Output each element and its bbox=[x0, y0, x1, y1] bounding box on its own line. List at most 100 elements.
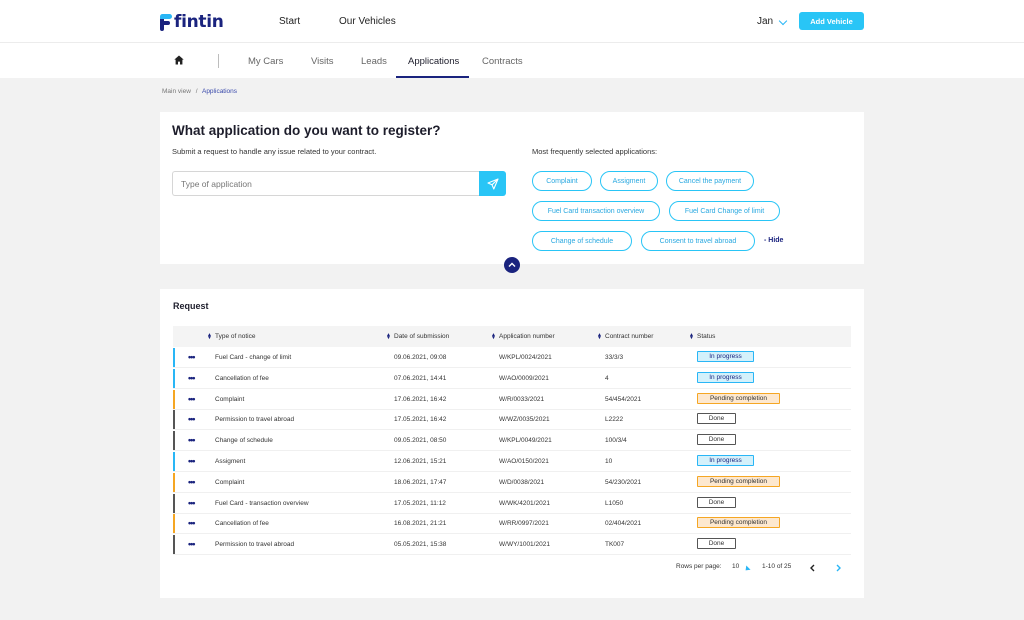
chip-fuel-card-limit[interactable]: Fuel Card Change of limit bbox=[669, 201, 780, 221]
table-header: ▲ ▼ Type of notice ▲ ▼ Date of submission ▲ ▼… bbox=[173, 326, 851, 347]
more-options-icon[interactable]: ••• bbox=[188, 352, 196, 362]
more-options-icon[interactable]: ••• bbox=[188, 435, 196, 445]
rows-per-page-select[interactable]: 10 bbox=[732, 563, 739, 570]
hide-link[interactable]: - Hide bbox=[764, 237, 783, 244]
requests-title: Request bbox=[173, 301, 209, 311]
status-indicator-bar bbox=[173, 348, 175, 367]
user-menu[interactable]: Jan bbox=[757, 16, 773, 27]
column-type-of-notice[interactable]: ▲ ▼ Type of notice bbox=[207, 331, 255, 341]
chevron-up-icon bbox=[508, 262, 516, 267]
status-badge: In progress bbox=[697, 455, 754, 466]
table-row[interactable]: ••• Cancellation of fee 07.06.2021, 14:41 W… bbox=[173, 368, 851, 389]
cell-date-of-submission: 09.05.2021, 08:50 bbox=[394, 437, 447, 445]
status-indicator-bar bbox=[173, 452, 175, 471]
cell-type-of-notice: Change of schedule bbox=[215, 437, 273, 445]
table-row[interactable]: ••• Permission to travel abroad 05.05.2021… bbox=[173, 534, 851, 556]
sort-icon: ▲ ▼ bbox=[386, 331, 391, 341]
more-options-icon[interactable]: ••• bbox=[188, 414, 196, 424]
column-application-number[interactable]: ▲ ▼ Application number bbox=[491, 331, 555, 341]
table-row[interactable]: ••• Assigment 12.06.2021, 15:21 W/AO/0150/2… bbox=[173, 451, 851, 472]
cell-contract-number: L1050 bbox=[605, 499, 624, 507]
chip-change-of-schedule[interactable]: Change of schedule bbox=[532, 231, 632, 251]
more-options-icon[interactable]: ••• bbox=[188, 394, 196, 404]
chevron-down-icon[interactable] bbox=[778, 16, 788, 26]
sub-navigation: My Cars Visits Leads Applications Contra… bbox=[0, 43, 1024, 78]
cell-type-of-notice: Cancellation of fee bbox=[215, 520, 269, 528]
nav-start[interactable]: Start bbox=[279, 16, 300, 27]
nav-our-vehicles[interactable]: Our Vehicles bbox=[339, 16, 396, 27]
sort-icon: ▲ ▼ bbox=[491, 331, 496, 341]
cell-date-of-submission: 12.06.2021, 15:21 bbox=[394, 458, 447, 465]
pagination-range: 1-10 of 25 bbox=[762, 563, 792, 570]
cell-contract-number: L2222 bbox=[605, 416, 624, 424]
table-row[interactable]: ••• Complaint 17.06.2021, 16:42 W/R/0033/20… bbox=[173, 389, 851, 410]
status-indicator-bar bbox=[173, 493, 175, 513]
chip-consent-travel[interactable]: Consent to travel abroad bbox=[641, 231, 755, 251]
frequent-applications-label: Most frequently selected applications: bbox=[532, 147, 658, 156]
chip-cancel-payment[interactable]: Cancel the payment bbox=[666, 171, 754, 191]
table-row[interactable]: ••• Fuel Card - change of limit 09.06.2021… bbox=[173, 347, 851, 368]
register-title: What application do you want to register… bbox=[172, 123, 441, 138]
cell-date-of-submission: 16.08.2021, 21:21 bbox=[394, 520, 447, 528]
more-options-icon[interactable]: ••• bbox=[188, 477, 196, 487]
status-indicator-bar bbox=[173, 410, 175, 430]
more-options-icon[interactable]: ••• bbox=[188, 498, 196, 508]
table-row[interactable]: ••• Permission to travel abroad 17.05.2021… bbox=[173, 409, 851, 431]
cell-type-of-notice: Complaint bbox=[215, 395, 245, 403]
chip-fuel-card-transaction[interactable]: Fuel Card transaction overview bbox=[532, 201, 660, 221]
column-status[interactable]: ▲ ▼ Status bbox=[689, 332, 715, 340]
add-vehicle-button[interactable]: Add Vehicle bbox=[799, 12, 864, 30]
cell-type-of-notice: Permission to travel abroad bbox=[215, 541, 295, 549]
sort-icon: ▲ ▼ bbox=[207, 331, 212, 341]
status-indicator-bar bbox=[173, 389, 175, 409]
tab-leads[interactable]: Leads bbox=[361, 56, 387, 67]
status-badge: Done bbox=[697, 538, 736, 550]
status-badge: Pending completion bbox=[697, 392, 780, 404]
more-options-icon[interactable]: ••• bbox=[188, 373, 196, 383]
tab-visits[interactable]: Visits bbox=[311, 56, 334, 67]
logo[interactable]: fintin bbox=[160, 12, 224, 32]
table-row[interactable]: ••• Cancellation of fee 16.08.2021, 21:21 W… bbox=[173, 513, 851, 535]
table-row[interactable]: ••• Fuel Card - transaction overview 17.05… bbox=[173, 493, 851, 514]
requests-card: Request ▲ ▼ Type of notice ▲ ▼ Date of submi… bbox=[160, 289, 864, 598]
more-options-icon[interactable]: ••• bbox=[188, 539, 196, 549]
breadcrumb-separator: / bbox=[195, 88, 198, 95]
table-row[interactable]: ••• Complaint 18.06.2021, 17:47 W/D/0038/20… bbox=[173, 472, 851, 493]
status-badge: Done bbox=[697, 434, 736, 446]
send-icon bbox=[486, 177, 499, 190]
chip-assigment[interactable]: Assigment bbox=[600, 171, 658, 191]
cell-type-of-notice: Complaint bbox=[215, 478, 245, 486]
top-bar: fintin Start Our Vehicles Jan Add Vehicl… bbox=[0, 0, 1024, 43]
fintin-logo-icon bbox=[160, 13, 172, 31]
cell-contract-number: 54/454/2021 bbox=[605, 395, 642, 403]
column-contract-number[interactable]: ▲ ▼ Contract number bbox=[597, 332, 653, 340]
cell-application-number: W/KPL/0024/2021 bbox=[499, 354, 552, 361]
cell-date-of-submission: 05.05.2021, 15:38 bbox=[394, 541, 447, 549]
status-badge: Pending completion bbox=[697, 517, 780, 529]
chevron-right-icon[interactable] bbox=[835, 564, 842, 572]
table-row[interactable]: ••• Change of schedule 09.05.2021, 08:50 W/… bbox=[173, 430, 851, 452]
cell-contract-number: 02/404/2021 bbox=[605, 520, 642, 528]
caret-down-icon[interactable] bbox=[743, 565, 751, 573]
cell-contract-number: TK007 bbox=[605, 541, 625, 549]
more-options-icon[interactable]: ••• bbox=[188, 456, 196, 466]
send-button[interactable] bbox=[479, 171, 506, 196]
breadcrumb: Main view / Applications bbox=[162, 88, 237, 95]
cell-date-of-submission: 17.05.2021, 16:42 bbox=[394, 416, 447, 424]
tab-contracts[interactable]: Contracts bbox=[482, 56, 523, 67]
cell-application-number: W/AO/0009/2021 bbox=[499, 374, 549, 382]
home-icon[interactable] bbox=[174, 55, 184, 65]
active-tab-indicator bbox=[396, 76, 469, 78]
column-date-of-submission[interactable]: ▲ ▼ Date of submission bbox=[386, 331, 449, 341]
more-options-icon[interactable]: ••• bbox=[188, 518, 196, 528]
tab-my-cars[interactable]: My Cars bbox=[248, 56, 283, 67]
cell-application-number: W/WY/1001/2021 bbox=[499, 541, 550, 549]
cell-date-of-submission: 07.06.2021, 14:41 bbox=[394, 374, 447, 382]
chip-complaint[interactable]: Complaint bbox=[532, 171, 592, 191]
nav-divider bbox=[218, 54, 219, 68]
application-type-input[interactable] bbox=[172, 171, 479, 196]
breadcrumb-main-view[interactable]: Main view bbox=[162, 88, 191, 95]
chevron-left-icon[interactable] bbox=[809, 564, 816, 572]
tab-applications[interactable]: Applications bbox=[408, 56, 459, 67]
collapse-button[interactable] bbox=[504, 257, 520, 273]
